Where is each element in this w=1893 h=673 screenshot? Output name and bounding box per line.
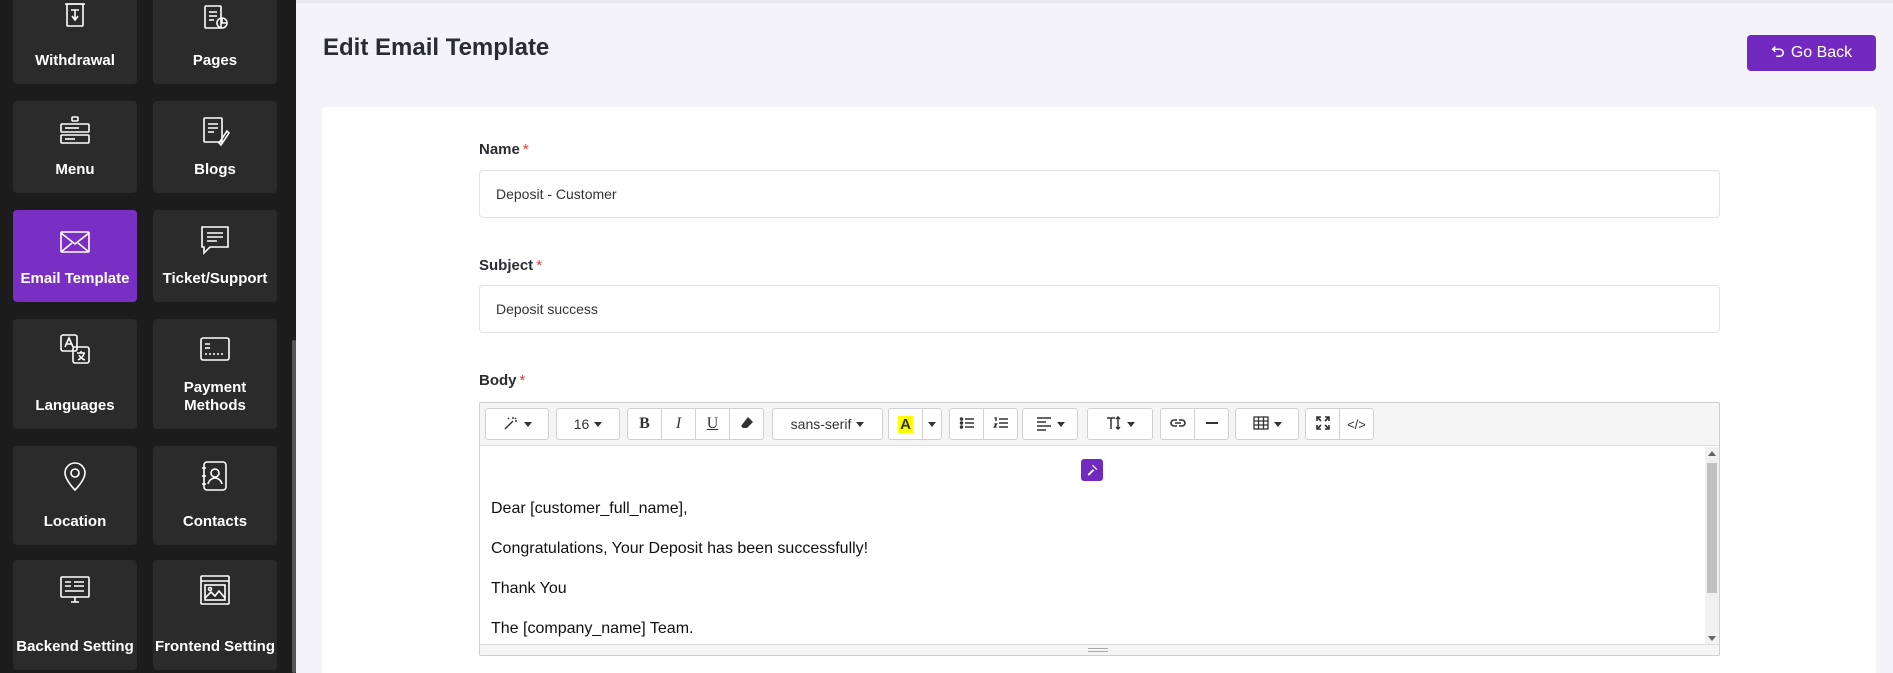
- editor-resize-bar[interactable]: [480, 644, 1719, 655]
- italic-button[interactable]: I: [661, 408, 696, 440]
- magic-wand-icon: [503, 415, 519, 434]
- card-icon: [199, 333, 231, 365]
- bullet-list-button[interactable]: [949, 408, 984, 440]
- contacts-icon: [199, 460, 231, 492]
- resize-grip-icon[interactable]: [1088, 648, 1108, 652]
- underline-button[interactable]: U: [695, 408, 730, 440]
- expand-icon: [1315, 415, 1331, 434]
- image-tool-icon[interactable]: [1081, 459, 1103, 481]
- editor-scrollbar[interactable]: [1705, 447, 1719, 645]
- required-mark: *: [519, 372, 526, 389]
- body-label: Body *: [479, 372, 526, 389]
- highlight-color-dropdown[interactable]: [922, 408, 942, 440]
- scroll-up-arrow-icon[interactable]: [1708, 451, 1716, 456]
- subject-label: Subject *: [479, 257, 543, 274]
- insert-link-button[interactable]: [1160, 408, 1195, 440]
- code-icon: </>: [1347, 416, 1366, 432]
- fullscreen-button[interactable]: [1305, 408, 1340, 440]
- pages-icon: [199, 2, 231, 34]
- rich-text-editor: 16 B I U sans-serif A </> Dear [customer…: [479, 402, 1720, 656]
- required-mark: *: [536, 257, 543, 274]
- sidebar-item-backend-setting[interactable]: Backend Setting: [13, 560, 137, 670]
- sidebar-item-label: Location: [43, 513, 107, 530]
- undo-arrow-icon: [1771, 44, 1785, 63]
- editor-paragraph: Congratulations, Your Deposit has been s…: [491, 540, 869, 557]
- editor-paragraph: Thank You: [491, 580, 567, 597]
- atm-withdrawal-icon: [59, 2, 91, 34]
- sidebar-item-pages[interactable]: Pages: [153, 0, 277, 84]
- name-input-value: Deposit - Customer: [496, 186, 617, 202]
- sidebar-scrollbar[interactable]: [292, 340, 296, 673]
- horizontal-line-icon: [1204, 415, 1220, 434]
- sidebar-item-label: Payment Methods: [183, 379, 247, 414]
- sidebar-item-label: Languages: [35, 397, 115, 414]
- sidebar-item-label: Ticket/Support: [162, 270, 268, 287]
- subject-input[interactable]: Deposit success: [479, 285, 1720, 333]
- table-icon: [1252, 415, 1269, 434]
- editor-paragraph: The [company_name] Team.: [491, 620, 694, 637]
- translate-icon: [59, 333, 91, 365]
- font-family-dropdown[interactable]: sans-serif: [772, 408, 883, 440]
- frontend-image-icon: [199, 574, 231, 606]
- editor-toolbar: 16 B I U sans-serif A </>: [480, 403, 1719, 446]
- style-dropdown[interactable]: [485, 408, 549, 440]
- sidebar-item-ticket-support[interactable]: Ticket/Support: [153, 210, 277, 302]
- numbered-list-button[interactable]: [983, 408, 1018, 440]
- sidebar-item-menu[interactable]: Menu: [13, 101, 137, 193]
- name-input[interactable]: Deposit - Customer: [479, 170, 1720, 218]
- backend-monitor-icon: [59, 574, 91, 606]
- numbered-list-icon: [992, 415, 1009, 434]
- sidebar-item-blogs[interactable]: Blogs: [153, 101, 277, 193]
- go-back-button[interactable]: Go Back: [1747, 35, 1876, 71]
- map-pin-icon: [59, 460, 91, 492]
- editor-content[interactable]: Dear [customer_full_name], Congratulatio…: [480, 447, 1705, 645]
- horizontal-rule-button[interactable]: [1194, 408, 1229, 440]
- sidebar-item-payment-methods[interactable]: Payment Methods: [153, 319, 277, 429]
- sidebar-item-label: Withdrawal: [35, 52, 115, 69]
- page-title: Edit Email Template: [323, 34, 550, 61]
- sidebar: Withdrawal Pages Menu Blogs Email Templa…: [0, 0, 296, 673]
- link-icon: [1169, 415, 1186, 434]
- envelope-icon: [59, 226, 91, 258]
- go-back-label: Go Back: [1790, 44, 1853, 61]
- sidebar-item-label: Blogs: [194, 161, 236, 178]
- bold-button[interactable]: B: [627, 408, 662, 440]
- sidebar-item-label: Menu: [55, 161, 95, 178]
- sidebar-item-contacts[interactable]: Contacts: [153, 446, 277, 545]
- sidebar-item-label: Pages: [192, 52, 238, 69]
- required-mark: *: [522, 141, 529, 158]
- subject-input-value: Deposit success: [496, 301, 598, 317]
- sidebar-item-withdrawal[interactable]: Withdrawal: [13, 0, 137, 84]
- sidebar-item-location[interactable]: Location: [13, 446, 137, 545]
- scrollbar-thumb[interactable]: [1707, 463, 1717, 593]
- bullet-list-icon: [959, 415, 975, 434]
- sidebar-item-frontend-setting[interactable]: Frontend Setting: [153, 560, 277, 670]
- eraser-icon: [739, 415, 755, 434]
- align-left-icon: [1036, 415, 1052, 434]
- clear-format-button[interactable]: [729, 408, 764, 440]
- blogs-icon: [199, 115, 231, 147]
- sidebar-item-label: Frontend Setting: [155, 638, 275, 655]
- menu-icon: [59, 115, 91, 147]
- insert-table-dropdown[interactable]: [1235, 408, 1299, 440]
- highlight-color-button[interactable]: A: [888, 408, 923, 440]
- sidebar-item-label: Backend Setting: [16, 638, 134, 655]
- top-strip: [296, 0, 1893, 3]
- sidebar-item-email-template[interactable]: Email Template: [13, 210, 137, 302]
- chat-icon: [199, 224, 231, 256]
- name-label: Name *: [479, 141, 529, 158]
- sidebar-item-label: Email Template: [20, 270, 130, 287]
- sidebar-item-languages[interactable]: Languages: [13, 319, 137, 429]
- editor-paragraph: Dear [customer_full_name],: [491, 500, 688, 517]
- line-height-dropdown[interactable]: [1087, 408, 1153, 440]
- code-view-button[interactable]: </>: [1339, 408, 1374, 440]
- text-height-icon: [1106, 415, 1122, 434]
- font-size-dropdown[interactable]: 16: [556, 408, 620, 440]
- sidebar-item-label: Contacts: [182, 513, 248, 530]
- scroll-down-arrow-icon[interactable]: [1708, 636, 1716, 641]
- paragraph-align-dropdown[interactable]: [1022, 408, 1078, 440]
